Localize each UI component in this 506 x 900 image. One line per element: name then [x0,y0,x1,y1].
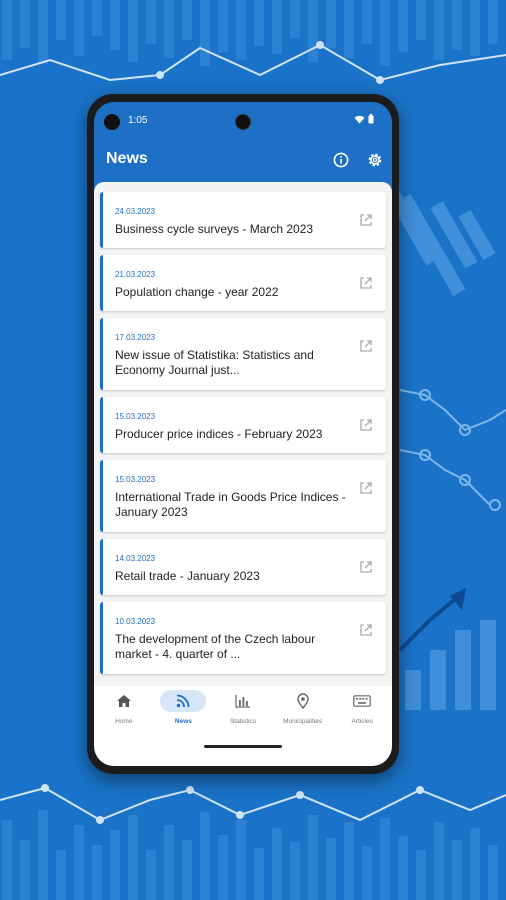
news-date: 15.03.2023 [115,412,156,421]
news-card[interactable]: 15.03.2023 International Trade in Goods … [100,460,386,532]
home-gesture-handle[interactable] [204,745,282,748]
news-title: International Trade in Goods Price Indic… [115,490,346,519]
news-title: The development of the Czech labour mark… [115,632,316,661]
app-screen: 1:05 News 24.03.2023 Business cycle surv… [94,102,392,766]
open-external-icon[interactable] [358,559,374,575]
news-date: 24.03.2023 [115,207,156,216]
news-card[interactable]: 17.03.2023 New issue of Statistika: Stat… [100,318,386,390]
news-card[interactable]: 21.03.2023 Population change - year 2022 [100,255,386,311]
wifi-icon [354,115,365,124]
nav-item-articles[interactable]: Articles [333,686,391,740]
news-title: New issue of Statistika: Statistics and … [115,348,314,377]
news-card[interactable]: 10.03.2023 The development of the Czech … [100,602,386,674]
front-camera [235,114,251,130]
rss-icon [177,694,190,708]
nav-label: Articles [351,718,373,725]
news-date: 17.03.2023 [115,333,156,342]
gear-icon [368,153,382,167]
nav-label: Home [115,718,133,725]
nav-label: Statistics [229,718,256,725]
gesture-navigation-bar [94,740,392,766]
nav-item-municipalities[interactable]: Municipalities [274,686,332,740]
nav-label: Municipalities [283,718,323,725]
news-date: 15.03.2023 [115,475,156,484]
news-title: Population change - year 2022 [115,285,279,299]
open-external-icon[interactable] [358,622,374,638]
home-icon [116,695,131,707]
status-time: 1:05 [128,115,148,126]
map-pin-icon [296,693,309,709]
info-button[interactable] [330,149,352,171]
nav-item-home[interactable]: Home [95,686,153,740]
status-icons [354,114,374,124]
news-title: Retail trade - January 2023 [115,569,260,583]
news-date: 14.03.2023 [115,554,156,563]
open-external-icon[interactable] [358,338,374,354]
news-title: Producer price indices - February 2023 [115,427,323,441]
news-date: 10.03.2023 [115,617,156,626]
news-card[interactable]: 24.03.2023 Business cycle surveys - Marc… [100,192,386,248]
status-bar: 1:05 [94,102,392,136]
open-external-icon[interactable] [358,480,374,496]
news-title: Business cycle surveys - March 2023 [115,222,314,236]
nav-item-news[interactable]: News [154,686,212,740]
news-card[interactable]: 15.03.2023 Producer price indices - Febr… [100,397,386,453]
nav-label: News [174,718,192,725]
open-external-icon[interactable] [358,275,374,291]
info-icon [333,152,349,168]
news-date: 21.03.2023 [115,270,156,279]
app-bar: News [94,136,392,182]
open-external-icon[interactable] [358,212,374,228]
bottom-navigation: Home News Statistics Municipalities Arti… [94,686,392,740]
camera-dot [104,114,120,130]
news-list: 24.03.2023 Business cycle surveys - Marc… [94,182,392,686]
bar-chart-icon [235,695,250,708]
nav-item-statistics[interactable]: Statistics [214,686,272,740]
battery-icon [368,114,374,124]
page-title: News [106,150,148,167]
news-card[interactable]: 14.03.2023 Retail trade - January 2023 [100,539,386,595]
open-external-icon[interactable] [358,417,374,433]
keyboard-icon [353,695,371,707]
settings-button[interactable] [364,149,386,171]
